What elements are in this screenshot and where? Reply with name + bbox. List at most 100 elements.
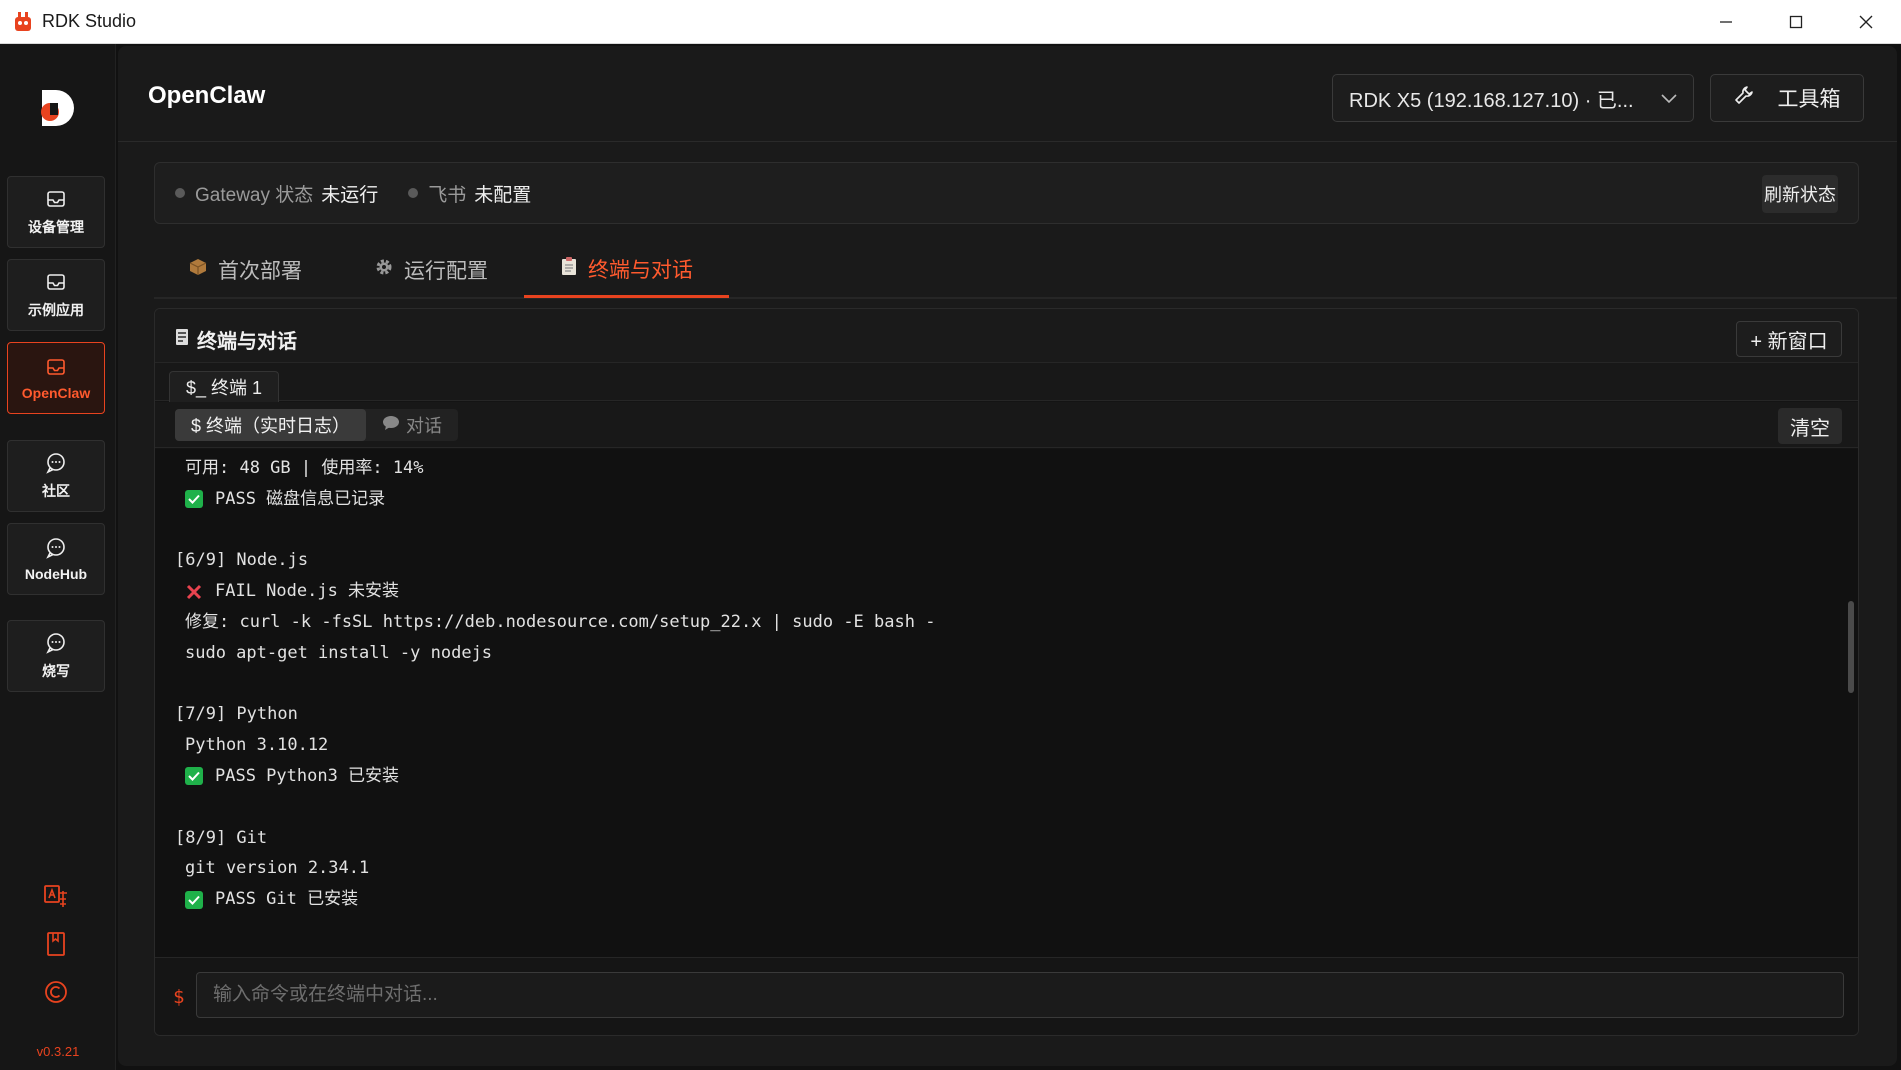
check-icon (185, 890, 203, 909)
sidebar-item-examples[interactable]: 示例应用 (7, 259, 105, 331)
inbox-icon (44, 187, 68, 211)
maximize-button[interactable] (1761, 0, 1831, 44)
window-title: RDK Studio (42, 11, 137, 31)
status-bar: Gateway 状态 未运行 飞书 未配置 刷新状态 (154, 162, 1859, 224)
tab-first-deploy[interactable]: 首次部署 (154, 242, 338, 298)
terminal-line: git version 2.34.1 (175, 853, 1838, 884)
tab-label: 运行配置 (404, 260, 488, 283)
tab-bar: 首次部署 运行配置 终端与对话 (154, 242, 1897, 299)
toolbox-button[interactable]: 工具箱 (1710, 74, 1864, 122)
sidebar-item-openclaw[interactable]: OpenClaw (7, 342, 105, 414)
command-input-row: $ (155, 957, 1858, 1035)
terminal-line-text: sudo apt-get install -y nodejs (185, 642, 493, 663)
wrench-icon (1734, 85, 1754, 111)
chat-bubble-icon (44, 451, 68, 475)
clear-button[interactable]: 清空 (1778, 408, 1842, 444)
terminal-line-text: [6/9] Node.js (175, 550, 309, 571)
sidebar-item-flash[interactable]: 烧写 (7, 620, 105, 692)
sidebar-item-label: 设备管理 (28, 219, 84, 235)
clipboard-icon (560, 256, 578, 282)
cross-icon (185, 583, 203, 601)
terminal-tab-bar: $_ 终端 1 (155, 363, 1858, 402)
minimize-button[interactable] (1691, 0, 1761, 44)
mode-chat-button[interactable]: 对话 (366, 409, 458, 441)
chat-bubble-icon (44, 536, 68, 560)
sidebar-item-nodehub[interactable]: NodeHub (7, 523, 105, 595)
sidebar-item-label: 烧写 (42, 663, 70, 679)
terminal-line: Python 3.10.12 (175, 730, 1838, 761)
terminal-tab-1[interactable]: $_ 终端 1 (169, 371, 279, 402)
terminal-line-text: git version 2.34.1 (185, 858, 370, 879)
mode-toggle: $ 终端（实时日志） 对话 (175, 409, 459, 441)
mode-bar: $ 终端（实时日志） 对话 清空 (155, 402, 1858, 448)
device-select-value: RDK X5 (192.168.127.10) · 已... (1349, 89, 1634, 112)
terminal-output[interactable]: 可用: 48 GB | 使用率: 14% PASS 磁盘信息已记录 [6/9] No… (155, 449, 1858, 957)
tab-label: 终端与对话 (588, 258, 693, 282)
app-logo-icon (12, 11, 34, 33)
toolbox-label: 工具箱 (1777, 88, 1841, 111)
terminal-line-text: 可用: 48 GB | 使用率: 14% (185, 458, 424, 478)
chevron-down-icon (1661, 87, 1677, 110)
terminal-line: PASS Python3 已安装 (175, 761, 1838, 792)
panel-header: 终端与对话 + 新窗口 (155, 309, 1858, 363)
panel-title-text: 终端与对话 (197, 331, 297, 353)
speech-bubble-icon (382, 415, 400, 436)
sidebar-item-label: 社区 (42, 483, 70, 499)
document-icon (175, 328, 189, 352)
new-window-button[interactable]: + 新窗口 (1736, 321, 1842, 357)
command-input[interactable] (196, 972, 1844, 1018)
close-window-button[interactable] (1831, 0, 1901, 44)
feishu-status: 飞书 未配置 (408, 180, 531, 207)
bookmark-icon[interactable] (42, 930, 70, 958)
tab-run-config[interactable]: 运行配置 (338, 242, 524, 298)
translate-icon[interactable] (42, 882, 70, 910)
sidebar-item-label: NodeHub (24, 566, 88, 582)
terminal-line-text: [8/9] Git (175, 827, 268, 848)
sidebar: 设备管理 示例应用 OpenClaw 社区 NodeHub 烧写 v0.3.21 (0, 44, 116, 1070)
terminal-line: [8/9] Git (175, 823, 1838, 854)
feishu-status-key: 飞书 (428, 184, 467, 206)
copyright-icon[interactable] (42, 978, 70, 1006)
inbox-icon (44, 270, 68, 294)
check-icon (185, 767, 203, 786)
terminal-line-text: FAIL Node.js 未安装 (215, 581, 400, 602)
terminal-line-text: [7/9] Python (175, 704, 298, 725)
terminal-line: 修复: curl -k -fsSL https://deb.nodesource… (175, 607, 1838, 638)
sidebar-item-community[interactable]: 社区 (7, 440, 105, 512)
status-dot (175, 188, 185, 198)
terminal-line-text: 修复: curl -k -fsSL https://deb.nodesource… (185, 611, 936, 632)
terminal-scrollbar[interactable] (1848, 601, 1854, 693)
terminal-line-text: Python 3.10.12 (185, 735, 329, 756)
mode-chat-label: 对话 (406, 416, 443, 436)
mode-terminal-button[interactable]: $ 终端（实时日志） (175, 409, 367, 441)
header: OpenClaw RDK X5 (192.168.127.10) · 已... … (118, 46, 1897, 142)
device-select[interactable]: RDK X5 (192.168.127.10) · 已... (1332, 74, 1694, 122)
gateway-status: Gateway 状态 未运行 (175, 180, 378, 207)
main-content: OpenClaw RDK X5 (192.168.127.10) · 已... … (118, 46, 1897, 1066)
check-icon (185, 490, 203, 509)
window-title-bar: RDK Studio (0, 0, 1901, 44)
brand-logo-icon (32, 84, 80, 132)
panel-title: 终端与对话 (175, 325, 297, 354)
chat-bubble-icon (44, 631, 68, 655)
terminal-panel: 终端与对话 + 新窗口 $_ 终端 1 $ 终端（实时日志） 对话 清空 可用:… (154, 308, 1859, 1036)
sidebar-item-label: 示例应用 (28, 302, 84, 318)
page-title: OpenClaw (148, 82, 266, 109)
refresh-status-button[interactable]: 刷新状态 (1762, 175, 1838, 213)
tab-label: 首次部署 (218, 260, 302, 283)
terminal-line: 可用: 48 GB | 使用率: 14% (175, 453, 1838, 484)
terminal-line: [6/9] Node.js (175, 545, 1838, 576)
terminal-line-text: PASS Python3 已安装 (215, 765, 400, 786)
input-prompt: $ (173, 986, 185, 1008)
gateway-status-key: Gateway 状态 (195, 184, 314, 206)
sidebar-item-label: OpenClaw (21, 385, 91, 401)
tab-terminal-chat[interactable]: 终端与对话 (524, 242, 729, 298)
terminal-line-text: PASS Git 已安装 (215, 889, 359, 910)
gateway-status-value: 未运行 (321, 184, 379, 206)
terminal-line: PASS 磁盘信息已记录 (175, 484, 1838, 515)
terminal-line-text: PASS 磁盘信息已记录 (215, 488, 386, 509)
sidebar-item-device-management[interactable]: 设备管理 (7, 176, 105, 248)
